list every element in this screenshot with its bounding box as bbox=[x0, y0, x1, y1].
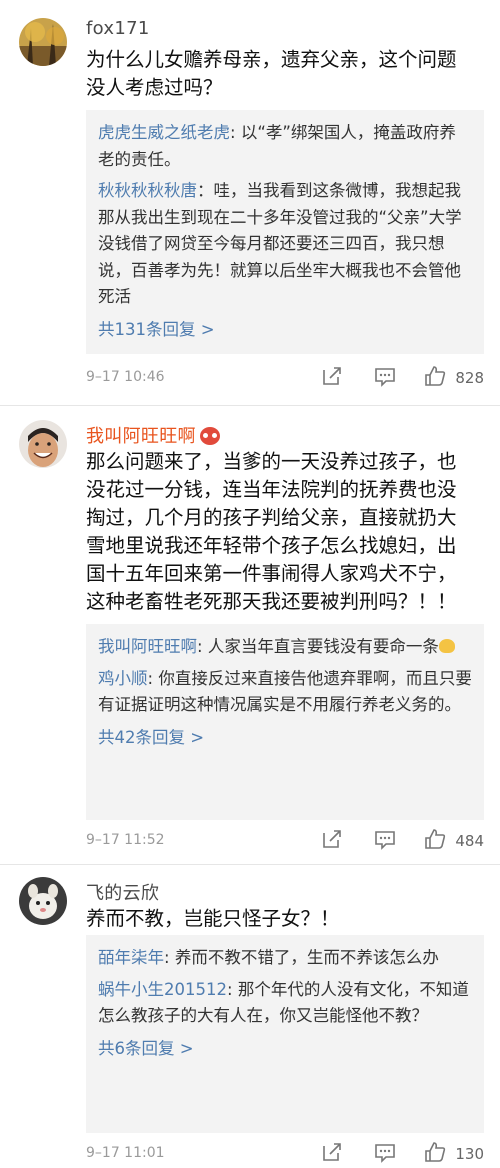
more-replies-link[interactable]: 共131条回复 > bbox=[98, 316, 472, 340]
reply-username[interactable]: 秋秋秋秋秋唐 bbox=[98, 181, 197, 200]
timestamp: 9–17 10:46 bbox=[86, 369, 165, 385]
avatar[interactable] bbox=[19, 877, 67, 925]
like-count: 828 bbox=[455, 369, 484, 387]
avatar[interactable] bbox=[19, 18, 67, 66]
share-icon[interactable] bbox=[321, 365, 343, 391]
comment-post: 飞的云欣 养而不教，岂能只怪子女？！ 皕年柒年: 养而不教不错了，生而不养该怎么… bbox=[0, 864, 500, 1167]
username-text[interactable]: 我叫阿旺旺啊 bbox=[86, 426, 196, 447]
comment-icon[interactable] bbox=[374, 365, 396, 391]
comment-icon[interactable] bbox=[374, 828, 396, 854]
username[interactable]: 我叫阿旺旺啊 bbox=[86, 422, 220, 448]
reply-box: 虎虎生威之纸老虎: 以“孝”绑架国人，掩盖政府养老的责任。 秋秋秋秋秋唐：哇，当… bbox=[86, 110, 484, 354]
comment-text: 那么问题来了，当爹的一天没养过孩子，也没花过一分钱，连当年法院判的抚养费也没掏过… bbox=[86, 450, 457, 613]
reply-text: 你直接反过来直接告他遗弃罪啊，而且只要有证据证明这种情况属实是不用履行养老义务的… bbox=[98, 668, 472, 715]
reply-username[interactable]: 鸡小顺 bbox=[98, 669, 148, 688]
reply-username[interactable]: 虎虎生威之纸老虎 bbox=[98, 123, 230, 142]
comment-post: fox171 为什么儿女赡养母亲，遗弃父亲，这个问题没人考虑过吗？ 虎虎生威之纸… bbox=[0, 0, 500, 405]
reply-text: 养而不教不错了，生而不养该怎么办 bbox=[174, 948, 439, 967]
username[interactable]: 飞的云欣 bbox=[86, 879, 159, 905]
emoji-icon bbox=[438, 639, 455, 653]
like-count: 484 bbox=[455, 832, 484, 850]
share-icon[interactable] bbox=[321, 828, 343, 854]
username[interactable]: fox171 bbox=[86, 18, 150, 39]
comment-icon[interactable] bbox=[374, 1141, 396, 1167]
reply-box: 皕年柒年: 养而不教不错了，生而不养该怎么办 蜗牛小生201512: 那个年代的… bbox=[86, 935, 484, 1133]
like-icon[interactable] bbox=[424, 828, 446, 854]
share-icon[interactable] bbox=[321, 1141, 343, 1167]
reply-item: 我叫阿旺旺啊: 人家当年直言要钱没有要命一条 bbox=[98, 634, 472, 661]
reply-username[interactable]: 蜗牛小生201512 bbox=[98, 980, 227, 999]
reply-item: 鸡小顺: 你直接反过来直接告他遗弃罪啊，而且只要有证据证明这种情况属实是不用履行… bbox=[98, 668, 472, 715]
comment-footer: 9–17 10:46 828 bbox=[86, 365, 484, 391]
like-count: 130 bbox=[455, 1145, 484, 1163]
reply-item: 皕年柒年: 养而不教不错了，生而不养该怎么办 bbox=[98, 948, 439, 967]
reply-username[interactable]: 皕年柒年 bbox=[98, 948, 164, 967]
reply-box: 我叫阿旺旺啊: 人家当年直言要钱没有要命一条 鸡小顺: 你直接反过来直接告他遗弃… bbox=[86, 624, 484, 820]
more-replies-link[interactable]: 共42条回复 > bbox=[98, 724, 472, 748]
reply-username[interactable]: 我叫阿旺旺啊 bbox=[98, 637, 197, 656]
reply-item: 蜗牛小生201512: 那个年代的人没有文化，不知道怎么教孩子的大有人在，你又岂… bbox=[98, 979, 469, 1026]
like-icon[interactable] bbox=[424, 1141, 446, 1167]
reply-item: 虎虎生威之纸老虎: 以“孝”绑架国人，掩盖政府养老的责任。 bbox=[98, 123, 456, 169]
reply-text: 人家当年直言要钱没有要命一条 bbox=[207, 637, 439, 656]
timestamp: 9–17 11:01 bbox=[86, 1145, 165, 1161]
comment-text: 养而不教，岂能只怪子女？！ bbox=[86, 907, 340, 930]
comment-post: 我叫阿旺旺啊 那么问题来了，当爹的一天没养过孩子，也没花过一分钱，连当年法院判的… bbox=[0, 405, 500, 864]
comment-footer: 9–17 11:01 130 bbox=[86, 1141, 484, 1167]
like-icon[interactable] bbox=[424, 365, 446, 391]
avatar[interactable] bbox=[19, 420, 67, 468]
reply-item: 秋秋秋秋秋唐：哇，当我看到这条微博，我想起我那从我出生到现在二十多年没管过我的“… bbox=[98, 181, 462, 306]
timestamp: 9–17 11:52 bbox=[86, 832, 165, 848]
comment-footer: 9–17 11:52 484 bbox=[86, 828, 484, 854]
heart-eyes-emoji-icon bbox=[199, 427, 220, 445]
comment-text: 为什么儿女赡养母亲，遗弃父亲，这个问题没人考虑过吗？ bbox=[86, 48, 457, 99]
more-replies-link[interactable]: 共6条回复 > bbox=[98, 1035, 472, 1059]
